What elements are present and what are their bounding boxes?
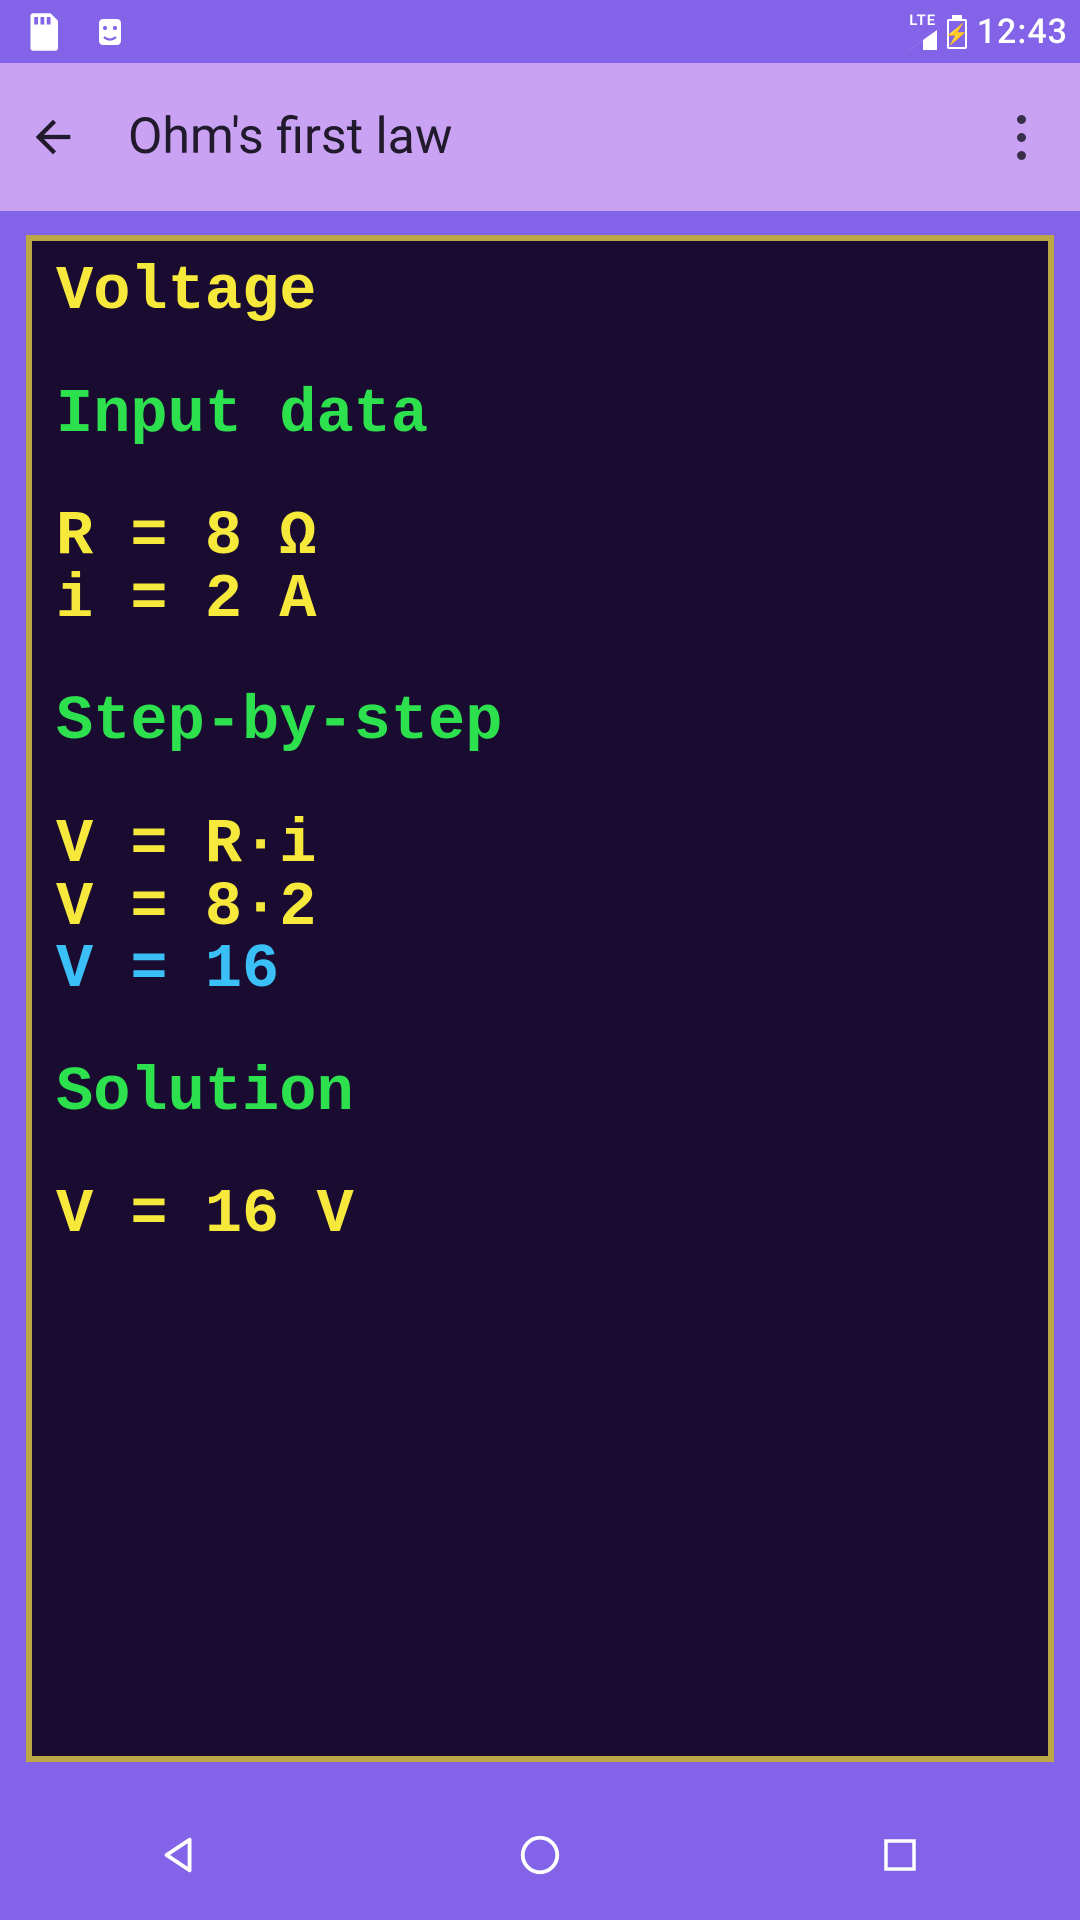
- square-recents-icon: [879, 1834, 921, 1876]
- status-bar: LTE ⚡ 12:43: [0, 0, 1080, 63]
- back-button[interactable]: [22, 106, 84, 168]
- step-2: V = 8·2: [56, 877, 1024, 940]
- nav-home-button[interactable]: [490, 1825, 590, 1885]
- nav-back-button[interactable]: [130, 1825, 230, 1885]
- arrow-left-icon: [27, 111, 79, 163]
- status-time: 12:43: [977, 12, 1068, 52]
- calc-title: Voltage: [56, 261, 1024, 324]
- status-left-group: [28, 13, 128, 51]
- developer-icon: [92, 17, 128, 47]
- input-r: R = 8 Ω: [56, 506, 1024, 569]
- circle-home-icon: [517, 1832, 563, 1878]
- sd-card-icon: [28, 13, 58, 51]
- section-solution-header: Solution: [56, 1062, 1024, 1125]
- overflow-menu-button[interactable]: [990, 106, 1052, 168]
- step-1: V = R·i: [56, 814, 1024, 877]
- step-3: V = 16: [56, 939, 1024, 1002]
- more-vert-icon: [1017, 115, 1026, 160]
- status-right-group: LTE ⚡ 12:43: [909, 12, 1068, 52]
- calculation-output: Voltage Input data R = 8 Ω i = 2 A Step-…: [26, 235, 1054, 1762]
- app-bar: Ohm's first law: [0, 63, 1080, 211]
- lte-label: LTE: [909, 13, 936, 28]
- triangle-back-icon: [157, 1832, 203, 1878]
- content-area: Voltage Input data R = 8 Ω i = 2 A Step-…: [0, 211, 1080, 1790]
- battery-charging-icon: ⚡: [947, 15, 967, 49]
- system-nav-bar: [0, 1790, 1080, 1920]
- input-i: i = 2 A: [56, 569, 1024, 632]
- nav-recents-button[interactable]: [850, 1825, 950, 1885]
- section-input-header: Input data: [56, 384, 1024, 447]
- section-steps-header: Step-by-step: [56, 691, 1024, 754]
- solution-value: V = 16 V: [56, 1184, 1024, 1247]
- cell-signal-icon: LTE: [909, 13, 937, 50]
- page-title: Ohm's first law: [128, 108, 946, 166]
